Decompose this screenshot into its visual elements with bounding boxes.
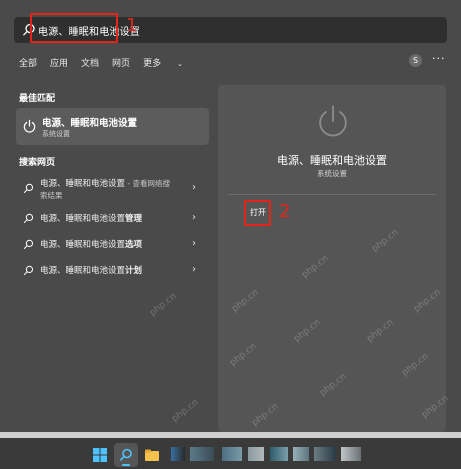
best-match-subtitle: 系统设置 xyxy=(42,130,70,138)
web-search-heading: 搜索网页 xyxy=(19,158,56,168)
web-result-text: 电源、睡眠和电池设置计划 xyxy=(40,265,142,277)
taskbar-app-icon[interactable] xyxy=(270,447,288,461)
chevron-down-icon: ⌄ xyxy=(176,60,183,68)
taskbar-search-active[interactable] xyxy=(114,443,138,467)
filter-tabs: 全部 应用 文档 网页 更多 ⌄ xyxy=(19,56,209,69)
annotation-box-open xyxy=(244,200,271,226)
watermark-text: php.cn xyxy=(148,291,179,319)
web-result-prefix: 电源、睡眠和电池设置 xyxy=(40,214,126,224)
active-indicator xyxy=(122,464,130,466)
web-result-item[interactable]: 电源、睡眠和电池设置选项 › xyxy=(16,237,209,253)
search-icon xyxy=(23,239,34,250)
annotation-box-search xyxy=(30,13,118,43)
taskbar-app-icon[interactable] xyxy=(314,447,336,461)
divider xyxy=(228,194,436,195)
tab-more-label: 更多 xyxy=(143,59,162,69)
search-icon xyxy=(23,183,34,194)
windows-start-icon[interactable] xyxy=(93,448,107,462)
tab-documents[interactable]: 文档 xyxy=(81,56,99,69)
web-result-item[interactable]: 电源、睡眠和电池设置管理 › xyxy=(16,211,209,227)
web-result-prefix: 电源、睡眠和电池设置 xyxy=(40,240,126,250)
power-icon xyxy=(319,105,347,137)
best-match-heading: 最佳匹配 xyxy=(19,94,56,104)
more-options-button[interactable]: ··· xyxy=(432,52,446,65)
web-result-prefix: 电源、睡眠和电池设置 xyxy=(40,266,126,276)
web-result-text: 电源、睡眠和电池设置 - 查看网络搜 索结果 xyxy=(40,178,170,202)
best-match-title: 电源、睡眠和电池设置 xyxy=(42,118,138,129)
search-icon xyxy=(23,213,34,224)
preview-subtitle: 系统设置 xyxy=(317,169,347,178)
tab-all[interactable]: 全部 xyxy=(19,56,37,69)
search-panel: 电源、睡眠和电池设置 1 全部 应用 文档 网页 更多 ⌄ S ··· 最佳匹配… xyxy=(0,0,461,432)
tab-more[interactable]: 更多 ⌄ xyxy=(143,56,196,69)
web-result-suffix: - 查看网络搜 xyxy=(125,179,170,188)
taskbar-app-icon[interactable] xyxy=(248,447,264,461)
best-match-result[interactable]: 电源、睡眠和电池设置 系统设置 xyxy=(16,108,209,145)
web-result-item[interactable]: 电源、睡眠和电池设置计划 › xyxy=(16,263,209,279)
tab-apps[interactable]: 应用 xyxy=(50,56,68,69)
folder-icon[interactable] xyxy=(145,448,159,462)
taskbar-app-icon[interactable] xyxy=(222,447,242,461)
web-result-bold: 计划 xyxy=(125,266,143,276)
web-result-text: 电源、睡眠和电池设置管理 xyxy=(40,213,142,225)
chevron-right-icon: › xyxy=(192,264,196,275)
annotation-number-2: 2 xyxy=(279,201,291,222)
taskbar-app-icon[interactable] xyxy=(293,447,309,461)
chevron-right-icon: › xyxy=(192,238,196,249)
web-result-prefix: 电源、睡眠和电池设置 xyxy=(40,179,126,189)
search-icon xyxy=(23,265,34,276)
taskbar-app-icon[interactable] xyxy=(190,447,214,461)
taskbar-app-icon[interactable] xyxy=(341,447,361,461)
chevron-right-icon: › xyxy=(192,212,196,223)
web-result-line2: 索结果 xyxy=(40,191,63,200)
watermark-text: php.cn xyxy=(170,397,201,425)
web-result-text: 电源、睡眠和电池设置选项 xyxy=(40,239,142,251)
preview-title: 电源、睡眠和电池设置 xyxy=(277,154,387,167)
search-icon xyxy=(119,448,132,461)
web-result-item[interactable]: 电源、睡眠和电池设置 - 查看网络搜 索结果 › xyxy=(16,176,209,204)
chevron-right-icon: › xyxy=(192,182,196,193)
web-result-bold: 管理 xyxy=(125,214,143,224)
power-icon xyxy=(23,119,36,133)
web-result-bold: 选项 xyxy=(125,240,143,250)
tab-web[interactable]: 网页 xyxy=(112,56,130,69)
avatar[interactable]: S xyxy=(409,54,422,67)
taskbar-app-icon[interactable] xyxy=(171,447,185,461)
taskbar xyxy=(0,438,461,469)
annotation-number-1: 1 xyxy=(126,15,138,36)
